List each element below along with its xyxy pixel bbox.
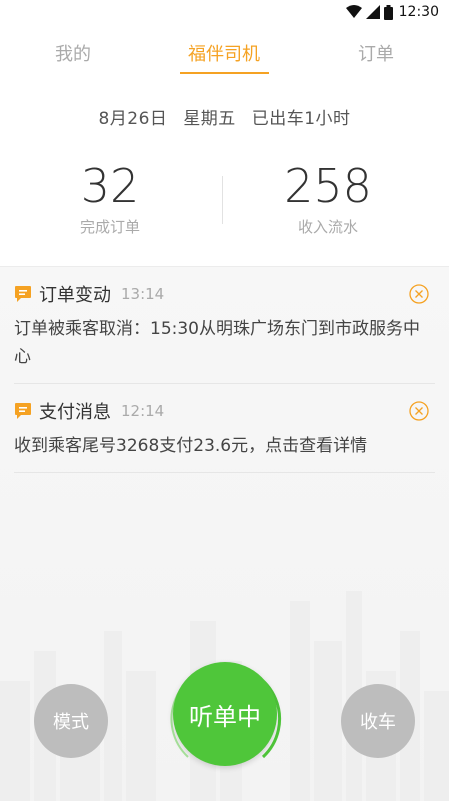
- message-body: 订单被乘客取消：15:30从明珠广场东门到市政服务中心: [14, 319, 420, 367]
- tab-mine[interactable]: 我的: [55, 40, 91, 66]
- battery-icon: [383, 4, 393, 20]
- tab-driver[interactable]: 福伴司机: [188, 40, 260, 66]
- tab-orders[interactable]: 订单: [358, 40, 394, 66]
- stat-label: 收入流水: [297, 218, 358, 236]
- message-time: 12:14: [121, 402, 165, 420]
- weekday-text: 星期五: [183, 109, 236, 129]
- message-time: 13:14: [121, 285, 165, 303]
- stat-label: 完成订单: [79, 218, 140, 236]
- message-title: 订单变动: [39, 285, 111, 306]
- shift-info: 8月26日 星期五 已出车1小时: [0, 104, 449, 129]
- mode-button[interactable]: 模式: [34, 684, 108, 758]
- wifi-icon: [345, 5, 362, 18]
- top-tabs: 我的 福伴司机 订单: [0, 30, 449, 78]
- message-item-order-change[interactable]: 订单变动 13:14 订单被乘客取消：15:30从明珠广场东门到市政服务中心: [14, 267, 435, 384]
- date-text: 8月26日: [98, 109, 168, 129]
- stat-completed-orders: 32 完成订单: [30, 158, 190, 237]
- active-tab-indicator: [180, 72, 269, 74]
- stat-divider: [222, 176, 223, 224]
- chat-bubble-icon: [15, 286, 31, 302]
- close-icon[interactable]: [409, 284, 429, 304]
- chat-bubble-icon: [15, 403, 31, 419]
- listening-button[interactable]: 听单中: [173, 662, 277, 766]
- close-icon[interactable]: [409, 401, 429, 421]
- signal-icon: [365, 5, 380, 19]
- status-bar: 12:30: [0, 0, 449, 24]
- stop-driving-button[interactable]: 收车: [341, 684, 415, 758]
- status-time: 12:30: [398, 4, 439, 20]
- message-title: 支付消息: [39, 402, 111, 423]
- message-body: 收到乘客尾号3268支付23.6元，点击查看详情: [14, 436, 368, 456]
- message-item-payment[interactable]: 支付消息 12:14 收到乘客尾号3268支付23.6元，点击查看详情: [14, 384, 435, 473]
- stat-value: 258: [284, 159, 372, 213]
- stat-value: 32: [80, 159, 140, 213]
- duration-text: 已出车1小时: [251, 109, 351, 129]
- stat-income: 258 收入流水: [248, 158, 408, 237]
